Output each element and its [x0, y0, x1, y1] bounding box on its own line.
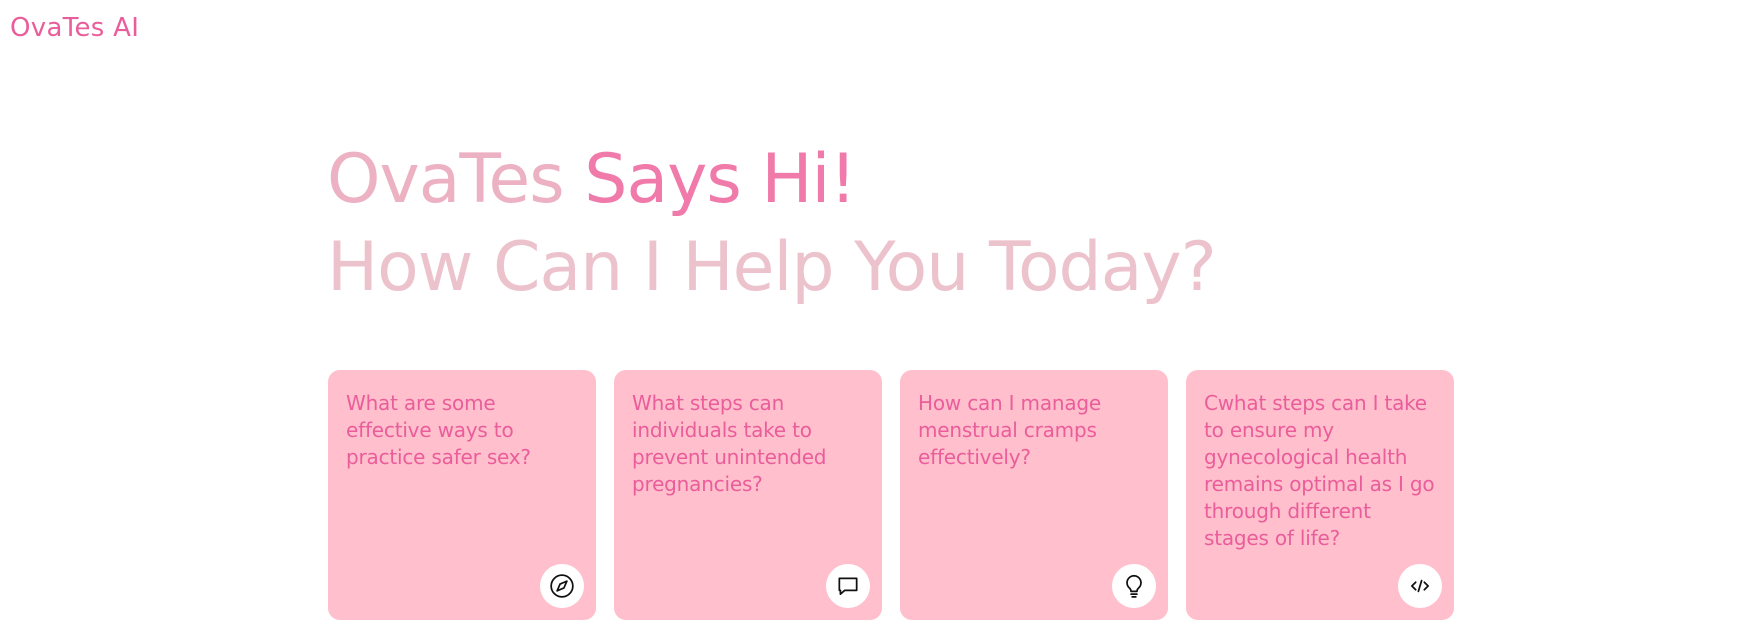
suggestion-card-text: What are some effective ways to practice… — [346, 391, 531, 469]
message-icon — [826, 564, 870, 608]
suggestion-card-cramps[interactable]: How can I manage menstrual cramps effect… — [900, 370, 1168, 620]
brand-logo[interactable]: OvaTes AI — [10, 10, 139, 46]
compass-icon — [540, 564, 584, 608]
suggestion-card-gynecological-health[interactable]: Cwhat steps can I take to ensure my gyne… — [1186, 370, 1454, 620]
greeting-subtitle: How Can I Help You Today? — [327, 228, 1217, 307]
greeting-title-hi: Says Hi! — [584, 140, 856, 219]
suggestion-card-text: What steps can individuals take to preve… — [632, 391, 827, 496]
greeting: OvaTes Says Hi! How Can I Help You Today… — [327, 138, 1527, 314]
suggestion-cards: What are some effective ways to practice… — [328, 370, 1454, 620]
lightbulb-icon — [1112, 564, 1156, 608]
suggestion-card-text: Cwhat steps can I take to ensure my gyne… — [1204, 391, 1435, 550]
greeting-title: OvaTes Says Hi! — [327, 138, 1527, 222]
suggestion-card-text: How can I manage menstrual cramps effect… — [918, 391, 1102, 469]
suggestion-card-pregnancy[interactable]: What steps can individuals take to preve… — [614, 370, 882, 620]
code-icon — [1398, 564, 1442, 608]
suggestion-card-safer-sex[interactable]: What are some effective ways to practice… — [328, 370, 596, 620]
greeting-title-brand: OvaTes — [327, 140, 585, 219]
